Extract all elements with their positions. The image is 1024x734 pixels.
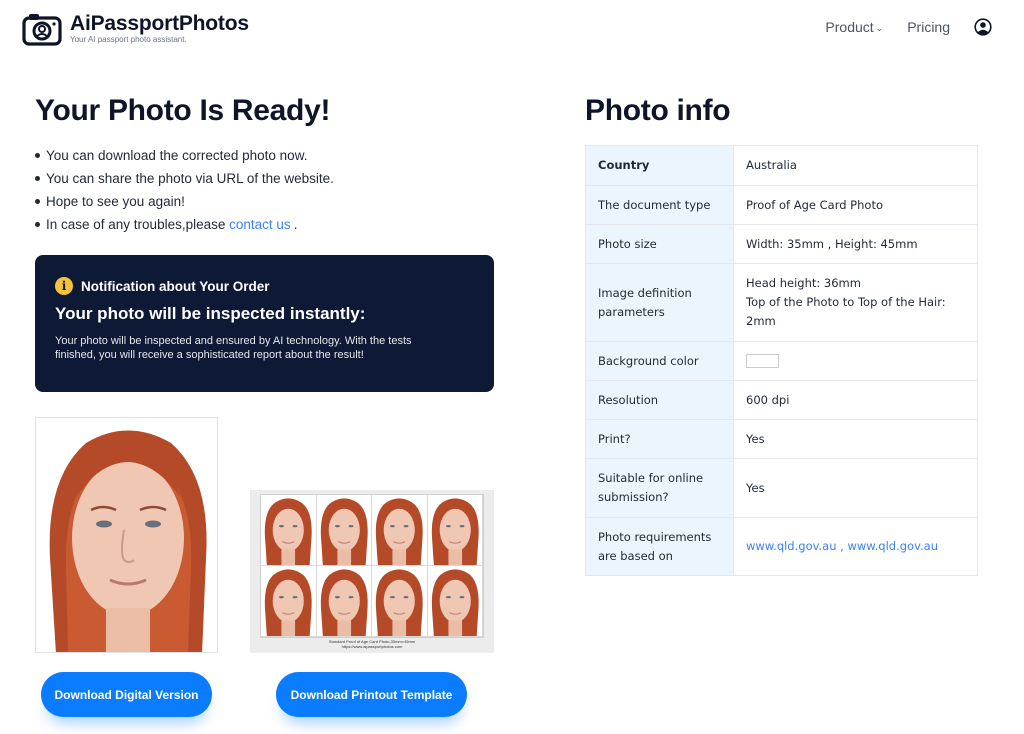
template-photo (427, 566, 483, 637)
contact-us-link[interactable]: contact us (229, 213, 291, 236)
row-value: Australia (733, 145, 978, 186)
bullet-item: Hope to see you again! (35, 190, 334, 213)
template-photo (372, 495, 428, 566)
template-photo (261, 495, 317, 566)
bullet-text: You can download the corrected photo now… (46, 148, 308, 163)
notification-body: Your photo will be inspected and ensured… (55, 335, 412, 361)
row-label: Image definition parameters (585, 263, 734, 342)
ready-bullets: You can download the corrected photo now… (35, 144, 334, 236)
nav-pricing[interactable]: Pricing (907, 19, 950, 35)
row-label: Resolution (585, 380, 734, 420)
nav-pricing-label: Pricing (907, 19, 950, 35)
chevron-down-icon: ⌄ (875, 22, 884, 33)
brand-name: AiPassportPhotos (70, 12, 249, 35)
notification-heading: Notification about Your Order (81, 278, 270, 294)
info-icon: i (55, 277, 73, 295)
printout-template: Standard Proof of Age Card Photo,35mm×45… (250, 490, 494, 653)
page-title: Your Photo Is Ready! (35, 94, 331, 127)
top-to-hair-value: Top of the Photo to Top of the Hair: 2mm (746, 295, 946, 328)
nav-product[interactable]: Product ⌄ (825, 19, 883, 35)
table-row: Photo requirements are based on www.qld.… (585, 517, 978, 576)
bullet-dot (35, 176, 40, 181)
bullet-item: In case of any troubles,please contact u… (35, 213, 334, 236)
bullet-dot (35, 153, 40, 158)
background-color-swatch (746, 354, 779, 368)
row-label: Background color (585, 341, 734, 381)
table-row: Image definition parameters Head height:… (585, 263, 978, 342)
portrait-image (49, 430, 207, 652)
table-row: Photo size Width: 35mm , Height: 45mm (585, 224, 978, 264)
template-photo (261, 566, 317, 637)
template-grid (260, 494, 484, 638)
bullet-dot (35, 222, 40, 227)
nav-product-label: Product (825, 19, 874, 35)
row-label: Photo size (585, 224, 734, 264)
notification-title: Your photo will be inspected instantly: (55, 304, 366, 323)
template-caption: Standard Proof of Age Card Photo,35mm×45… (250, 639, 494, 649)
row-value: Head height: 36mm Top of the Photo to To… (733, 263, 978, 342)
row-value: Width: 35mm , Height: 45mm (733, 224, 978, 264)
row-label: The document type (585, 185, 734, 225)
table-row: Resolution 600 dpi (585, 380, 978, 420)
requirements-link-1[interactable]: www.qld.gov.au (746, 539, 837, 553)
user-account-icon[interactable] (974, 18, 992, 36)
bullet-text: You can share the photo via URL of the w… (46, 171, 334, 186)
bullet-dot (35, 199, 40, 204)
photo-info-table: Country Australia The document type Proo… (585, 145, 978, 576)
row-value: www.qld.gov.au , www.qld.gov.au (733, 517, 978, 576)
template-photo (316, 566, 372, 637)
table-row: Print? Yes (585, 419, 978, 459)
camera-logo-icon (22, 14, 62, 46)
template-caption-line2: https://www.aipassportphotos.com (341, 644, 403, 649)
site-header: AiPassportPhotos Your AI passport photo … (0, 0, 1024, 60)
main-nav: Product ⌄ Pricing (801, 18, 992, 36)
bullet-text: In case of any troubles,please (46, 217, 226, 232)
download-digital-button[interactable]: Download Digital Version (41, 672, 212, 717)
row-label: Country (585, 145, 734, 186)
row-value (733, 341, 978, 381)
row-label: Photo requirements are based on (585, 517, 734, 576)
photo-info-title: Photo info (585, 94, 731, 127)
download-printout-button[interactable]: Download Printout Template (276, 672, 467, 717)
corrected-photo (35, 417, 218, 653)
requirements-link-2[interactable]: www.qld.gov.au (847, 539, 938, 553)
template-photo (427, 495, 483, 566)
table-row: Background color (585, 341, 978, 381)
logo[interactable]: AiPassportPhotos Your AI passport photo … (22, 12, 249, 46)
row-value: 600 dpi (733, 380, 978, 420)
head-height-value: Head height: 36mm (746, 276, 861, 290)
table-row: Country Australia (585, 145, 978, 186)
bullet-text: Hope to see you again! (46, 194, 185, 209)
link-separator: , (836, 539, 848, 553)
bullet-item: You can download the corrected photo now… (35, 144, 334, 167)
brand-tagline: Your AI passport photo assistant. (70, 35, 187, 44)
row-value: Proof of Age Card Photo (733, 185, 978, 225)
order-notification: i Notification about Your Order Your pho… (35, 255, 494, 392)
template-photo (316, 495, 372, 566)
row-value: Yes (733, 458, 978, 518)
row-label: Suitable for online submission? (585, 458, 734, 518)
table-row: Suitable for online submission? Yes (585, 458, 978, 518)
row-value: Yes (733, 419, 978, 459)
bullet-suffix: . (293, 217, 298, 232)
table-row: The document type Proof of Age Card Phot… (585, 185, 978, 225)
row-label: Print? (585, 419, 734, 459)
template-photo (372, 566, 428, 637)
bullet-item: You can share the photo via URL of the w… (35, 167, 334, 190)
